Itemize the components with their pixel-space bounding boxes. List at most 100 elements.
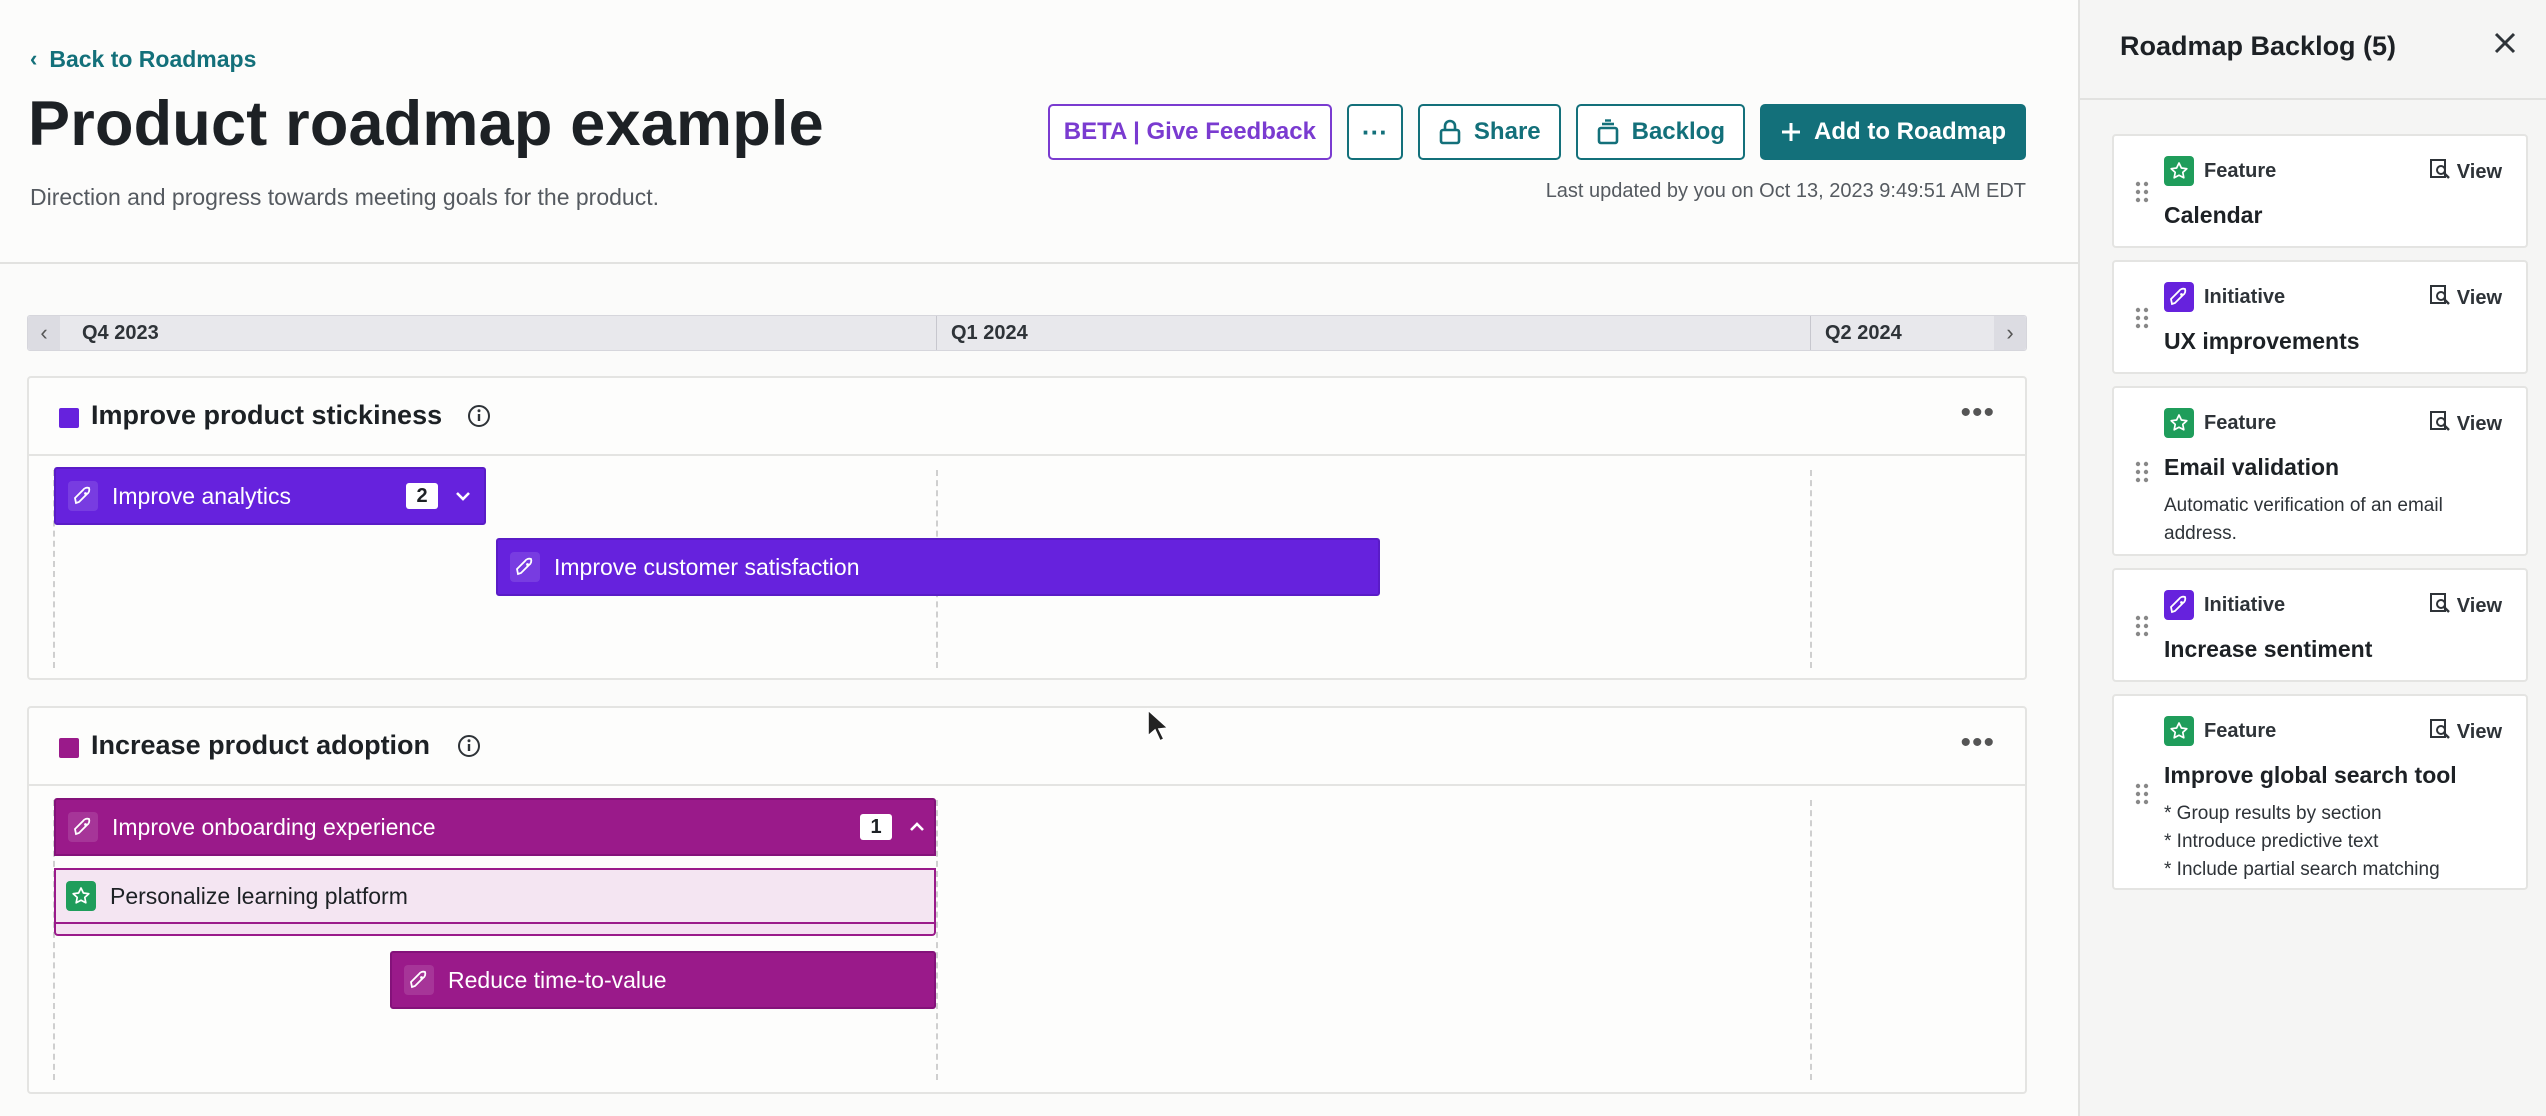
backlog-card[interactable]: Initiative View Increase sentiment — [2112, 568, 2528, 682]
timeline-next-arrow-icon[interactable]: › — [1994, 316, 2026, 350]
card-description: * Group results by section * Introduce p… — [2164, 800, 2504, 884]
card-name: Improve global search tool — [2164, 762, 2457, 788]
description-line: * Group results by section — [2164, 803, 2382, 824]
page-header: ‹ Back to Roadmaps Product roadmap examp… — [0, 0, 2078, 264]
card-name: Calendar — [2164, 202, 2263, 228]
back-to-roadmaps-link[interactable]: ‹ Back to Roadmaps — [30, 44, 256, 74]
initiative-bar[interactable]: Improve customer satisfaction — [496, 538, 1380, 596]
stack-icon — [1596, 119, 1620, 145]
description-line: * Introduce predictive text — [2164, 831, 2379, 852]
view-label: View — [2456, 412, 2502, 435]
view-label: View — [2456, 286, 2502, 309]
view-button[interactable]: View — [2429, 592, 2502, 620]
preview-icon — [2429, 592, 2451, 620]
goal-more-options-icon[interactable]: ••• — [1960, 726, 1995, 760]
quarter-label: Q1 2024 — [936, 316, 1028, 350]
backlog-title: Roadmap Backlog (5) — [2120, 31, 2397, 61]
star-icon — [2164, 716, 2194, 746]
rocket-icon — [68, 812, 98, 842]
card-type-label: Feature — [2204, 411, 2277, 434]
view-button[interactable]: View — [2429, 410, 2502, 438]
card-name: Increase sentiment — [2164, 636, 2373, 662]
card-type: Feature — [2164, 716, 2276, 746]
card-type: Feature — [2164, 408, 2276, 438]
backlog-card[interactable]: Initiative View UX improvements — [2112, 260, 2528, 374]
quarter-divider — [1810, 800, 1812, 1080]
view-button[interactable]: View — [2429, 718, 2502, 746]
bar-label: Reduce time-to-value — [448, 966, 667, 993]
bar-label: Personalize learning platform — [110, 882, 408, 909]
view-button[interactable]: View — [2429, 284, 2502, 312]
rocket-icon — [510, 552, 540, 582]
add-to-roadmap-label: Add to Roadmap — [1814, 118, 2006, 145]
preview-icon — [2429, 284, 2451, 312]
initiative-bar[interactable]: Reduce time-to-value — [390, 951, 936, 1009]
preview-icon — [2429, 410, 2451, 438]
rocket-icon — [68, 481, 98, 511]
initiative-bar[interactable]: Improve analytics 2 — [54, 467, 486, 525]
backlog-button[interactable]: Backlog — [1575, 104, 1745, 160]
drag-handle-icon[interactable] — [2134, 306, 2150, 330]
chevron-down-icon[interactable] — [454, 485, 472, 512]
backlog-card[interactable]: Feature View Improve global search tool … — [2112, 694, 2528, 890]
share-button[interactable]: Share — [1417, 104, 1561, 160]
star-icon — [66, 881, 96, 911]
more-actions-button[interactable]: ··· — [1346, 104, 1403, 160]
initiative-bar[interactable]: Improve onboarding experience 1 — [54, 798, 936, 856]
chevron-up-icon[interactable] — [908, 816, 926, 843]
backlog-panel: Roadmap Backlog (5) Feature View Calenda… — [2078, 0, 2546, 1116]
page-description: Direction and progress towards meeting g… — [30, 184, 659, 210]
card-type: Initiative — [2164, 282, 2285, 312]
card-description: Automatic verification of an email addre… — [2164, 495, 2443, 544]
timeline-header: ‹ Q4 2023 Q1 2024 Q2 2024 › — [27, 315, 2027, 351]
view-button[interactable]: View — [2429, 158, 2502, 186]
drag-handle-icon[interactable] — [2134, 460, 2150, 484]
card-type-label: Feature — [2204, 719, 2277, 742]
rocket-icon — [2164, 282, 2194, 312]
main-area: ‹ Back to Roadmaps Product roadmap examp… — [0, 0, 2078, 1116]
panel-divider — [2080, 98, 2546, 100]
view-label: View — [2456, 594, 2502, 617]
card-type-label: Initiative — [2204, 285, 2286, 308]
goal-title: Improve product stickiness — [91, 400, 443, 430]
preview-icon — [2429, 158, 2451, 186]
drag-handle-icon[interactable] — [2134, 614, 2150, 638]
card-type-label: Initiative — [2204, 593, 2286, 616]
info-icon[interactable] — [467, 404, 491, 433]
child-count-badge: 2 — [406, 483, 438, 509]
add-to-roadmap-button[interactable]: Add to Roadmap — [1760, 104, 2026, 160]
backlog-card[interactable]: Feature View Email validation Automatic … — [2112, 386, 2528, 556]
goal-more-options-icon[interactable]: ••• — [1960, 396, 1995, 430]
share-label: Share — [1473, 118, 1541, 145]
last-updated-text: Last updated by you on Oct 13, 2023 9:49… — [1545, 180, 2026, 202]
info-icon[interactable] — [457, 734, 481, 763]
drag-handle-icon[interactable] — [2134, 782, 2150, 806]
star-icon — [2164, 156, 2194, 186]
goal-title: Increase product adoption — [91, 730, 431, 760]
close-icon[interactable] — [2492, 30, 2518, 61]
back-link-label: Back to Roadmaps — [49, 45, 257, 72]
mouse-cursor-icon — [1146, 708, 1170, 749]
expanded-children: Personalize learning platform — [54, 868, 936, 936]
child-count-badge: 1 — [860, 814, 892, 840]
timeline-prev-arrow-icon[interactable]: ‹ — [28, 316, 60, 350]
preview-icon — [2429, 718, 2451, 746]
plus-icon — [1780, 121, 1802, 143]
card-type: Feature — [2164, 156, 2276, 186]
backlog-label: Backlog — [1631, 118, 1725, 145]
goal-section: Improve product stickiness ••• — [27, 376, 2027, 680]
card-type: Initiative — [2164, 590, 2285, 620]
card-type-label: Feature — [2204, 159, 2277, 182]
goal-color-swatch — [59, 408, 79, 428]
view-label: View — [2456, 160, 2502, 183]
star-icon — [2164, 408, 2194, 438]
feature-bar[interactable]: Personalize learning platform — [56, 868, 934, 924]
give-feedback-button[interactable]: BETA | Give Feedback — [1047, 104, 1332, 160]
ellipsis-icon: ··· — [1361, 116, 1388, 147]
quarter-divider — [936, 800, 938, 1080]
backlog-card[interactable]: Feature View Calendar — [2112, 134, 2528, 248]
drag-handle-icon[interactable] — [2134, 180, 2150, 204]
bar-label: Improve customer satisfaction — [554, 553, 860, 580]
toolbar: BETA | Give Feedback ··· Share Backlog A… — [1047, 104, 2026, 160]
bar-label: Improve onboarding experience — [112, 813, 436, 840]
